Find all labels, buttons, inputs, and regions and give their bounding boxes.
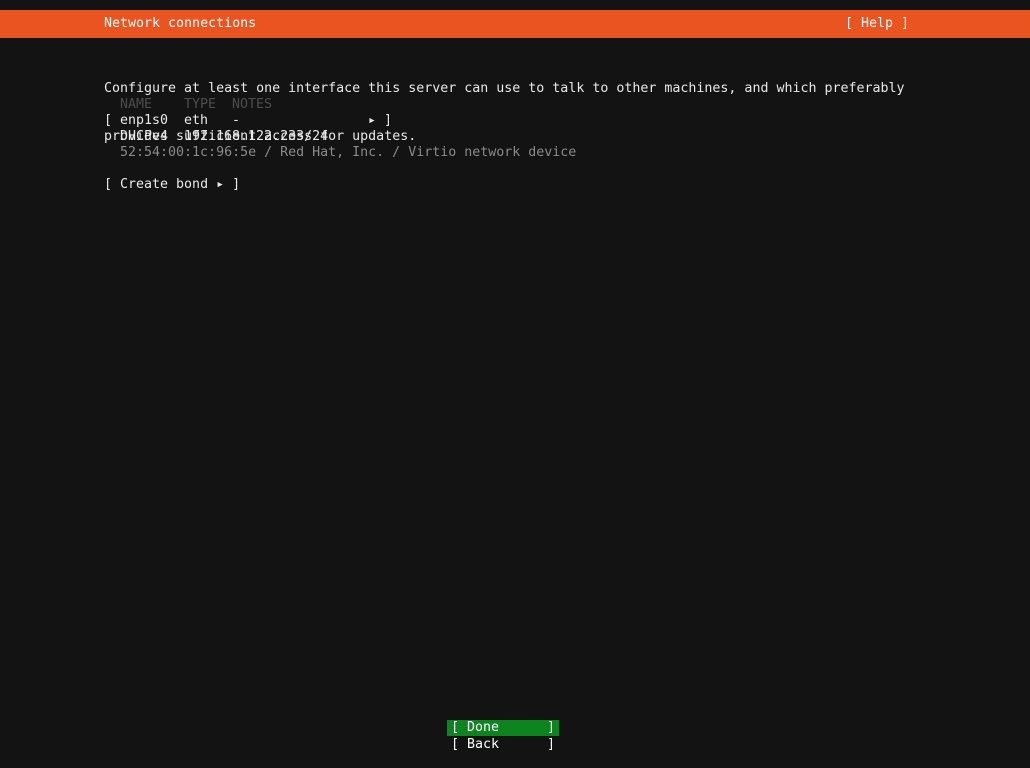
- back-button-label: [ Back: [451, 737, 500, 752]
- create-bond-button[interactable]: [ Create bond ▸ ]: [104, 177, 240, 193]
- dhcp-address: 192.168.122.233/24: [184, 129, 329, 144]
- bracket-close: ]: [384, 113, 393, 128]
- column-header-name: NAME: [120, 97, 153, 112]
- interface-row[interactable]: [ enp1s0 eth - ▸ ]: [104, 113, 404, 129]
- network-connections-screen: Network connections [ Help ] Configure a…: [0, 0, 1030, 768]
- back-button[interactable]: [ Back ]: [447, 737, 559, 753]
- column-header-notes: NOTES: [232, 97, 273, 112]
- table-header-row: NAME TYPE NOTES: [104, 97, 404, 113]
- done-button-bracket-close: ]: [546, 720, 555, 735]
- device-info-text: 52:54:00:1c:96:5e / Red Hat, Inc. / Virt…: [120, 145, 577, 160]
- intro-line-1: Configure at least one interface this se…: [104, 81, 905, 96]
- bracket-open: [: [104, 113, 113, 128]
- interface-notes: -: [232, 113, 241, 128]
- column-header-type: TYPE: [184, 97, 217, 112]
- back-button-bracket-close: ]: [546, 737, 555, 752]
- device-info-row: 52:54:00:1c:96:5e / Red Hat, Inc. / Virt…: [104, 145, 704, 161]
- dhcp-label: DHCPv4: [120, 129, 169, 144]
- interface-name: enp1s0: [120, 113, 169, 128]
- page-title: Network connections: [104, 16, 257, 31]
- help-button[interactable]: [ Help ]: [845, 10, 909, 38]
- titlebar: Network connections [ Help ]: [0, 10, 1030, 38]
- expand-arrow-icon: ▸: [368, 113, 377, 128]
- dhcp-row: DHCPv4 192.168.122.233/24: [104, 129, 404, 145]
- done-button[interactable]: [ Done ]: [447, 720, 559, 736]
- interface-type: eth: [184, 113, 209, 128]
- done-button-label: [ Done: [451, 720, 500, 735]
